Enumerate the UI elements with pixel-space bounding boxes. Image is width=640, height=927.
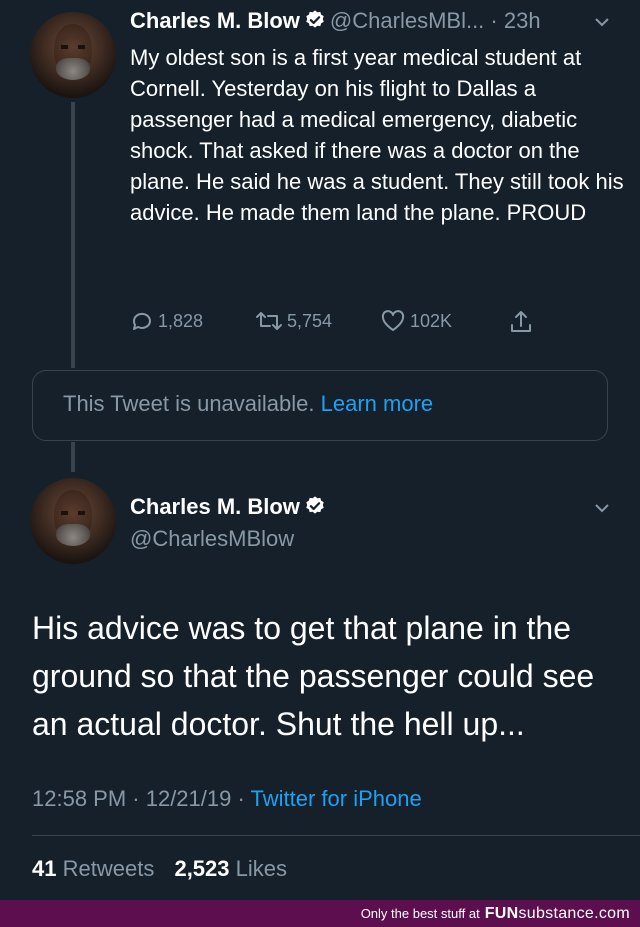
retweet-action[interactable]: 5,754 bbox=[255, 309, 332, 333]
footer-tagline: Only the best stuff at bbox=[360, 906, 480, 921]
avatar[interactable] bbox=[30, 12, 116, 98]
tweet-stats: 41 Retweets 2,523 Likes bbox=[32, 856, 301, 882]
avatar-beard bbox=[56, 58, 90, 80]
tweet-timestamp[interactable]: 12:58 PM · 12/21/19 · bbox=[32, 786, 245, 811]
avatar-eyes bbox=[61, 45, 85, 49]
like-action[interactable]: 102K bbox=[380, 309, 452, 333]
retweet-label[interactable]: Retweets bbox=[63, 856, 155, 881]
thread-line bbox=[71, 102, 75, 368]
reply-action[interactable]: 1,828 bbox=[130, 309, 203, 333]
chevron-down-icon[interactable] bbox=[594, 502, 610, 514]
brand-light: substance bbox=[518, 904, 595, 922]
like-count[interactable]: 2,523 bbox=[174, 856, 229, 881]
tweet-text: His advice was to get that plane in the … bbox=[32, 610, 595, 742]
brand-bold: FUN bbox=[484, 904, 519, 922]
verified-badge-icon bbox=[306, 496, 324, 514]
learn-more-link[interactable]: Learn more bbox=[321, 391, 434, 416]
user-handle[interactable]: @CharlesMBl... bbox=[330, 8, 484, 33]
avatar-eyes bbox=[61, 511, 85, 515]
avatar[interactable] bbox=[30, 478, 116, 564]
avatar-beard bbox=[56, 524, 90, 546]
footer-brand[interactable]: FUNsubstance.com bbox=[485, 905, 630, 923]
chevron-down-icon[interactable] bbox=[594, 16, 610, 28]
heart-icon bbox=[381, 310, 405, 331]
reply-count: 1,828 bbox=[158, 310, 204, 331]
share-action[interactable] bbox=[508, 309, 534, 335]
user-handle[interactable]: @CharlesMBlow bbox=[130, 526, 294, 552]
like-count: 102K bbox=[410, 310, 453, 331]
unavailable-text: This Tweet is unavailable. bbox=[63, 391, 315, 416]
tweet-source-link[interactable]: Twitter for iPhone bbox=[251, 786, 422, 811]
display-name[interactable]: Charles M. Blow bbox=[130, 8, 300, 33]
tweet-text: My oldest son is a first year medical st… bbox=[130, 45, 624, 225]
tweet-header: Charles M. Blow @CharlesMBl... · 23h bbox=[130, 8, 541, 34]
retweet-count: 5,754 bbox=[287, 310, 333, 331]
tweet-time[interactable]: · 23h bbox=[490, 8, 540, 33]
like-label[interactable]: Likes bbox=[236, 856, 287, 881]
brand-suffix: .com bbox=[594, 904, 630, 922]
retweet-icon bbox=[256, 312, 282, 330]
verified-badge-icon bbox=[306, 10, 324, 28]
tweet-author: Charles M. Blow bbox=[130, 494, 326, 520]
thread-line bbox=[71, 442, 75, 472]
retweet-count[interactable]: 41 bbox=[32, 856, 56, 881]
divider bbox=[32, 835, 640, 836]
tweet-meta: 12:58 PM · 12/21/19 · Twitter for iPhone bbox=[32, 786, 422, 812]
watermark-footer: Only the best stuff at FUNsubstance.com bbox=[0, 900, 640, 927]
unavailable-tweet-card: This Tweet is unavailable. Learn more bbox=[32, 370, 608, 441]
display-name[interactable]: Charles M. Blow bbox=[130, 494, 300, 519]
reply-icon bbox=[132, 312, 151, 330]
share-icon bbox=[511, 311, 531, 332]
